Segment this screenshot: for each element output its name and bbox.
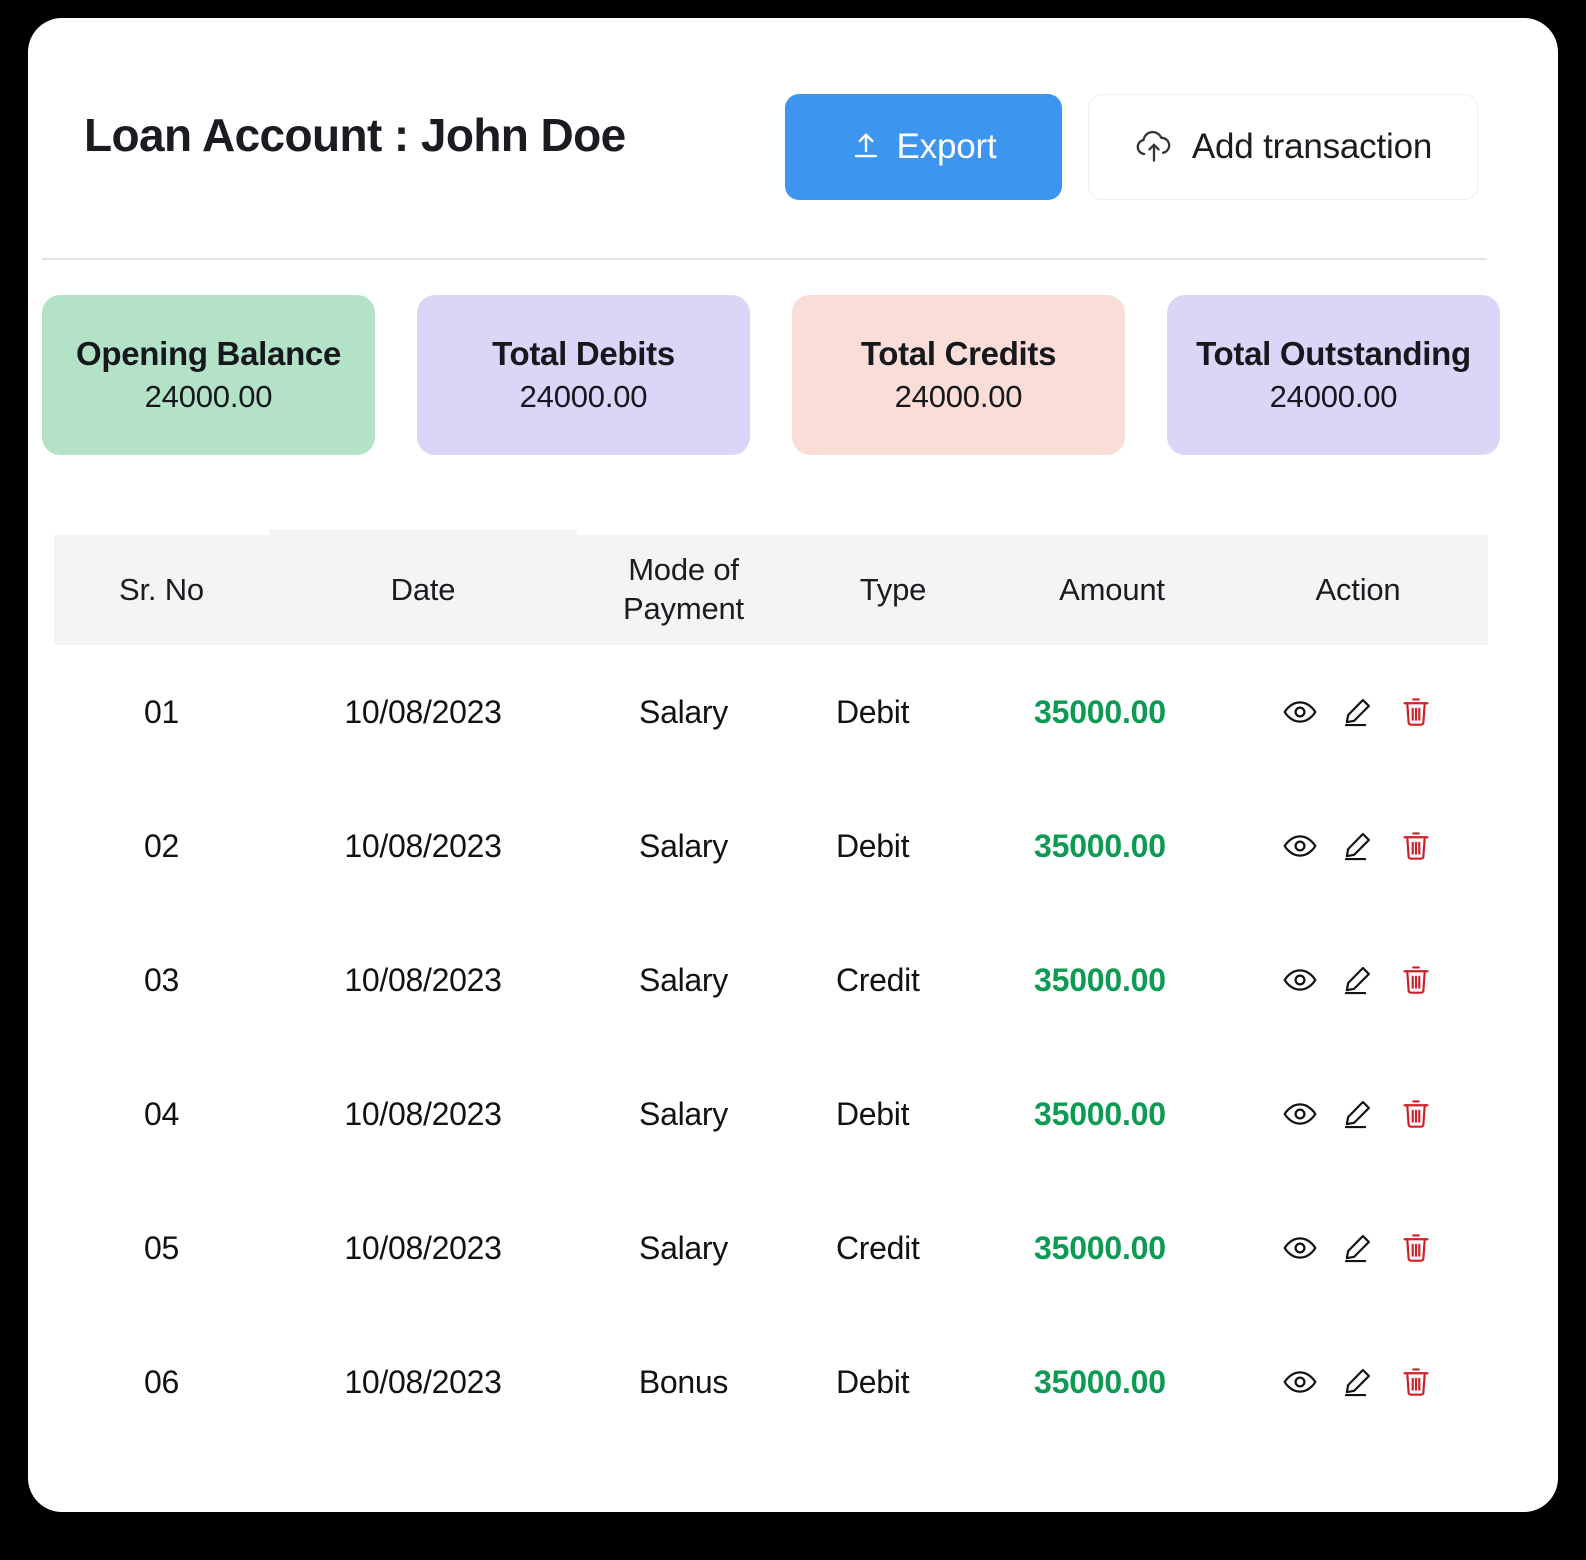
column-header-action[interactable]: Action (1228, 535, 1488, 645)
cell-sr-no: 01 (144, 693, 179, 730)
header-divider (42, 258, 1487, 260)
summary-card-value: 24000.00 (1269, 379, 1398, 414)
upload-arrow-icon (851, 130, 881, 165)
view-button[interactable] (1281, 1229, 1319, 1267)
edit-button[interactable] (1339, 1229, 1377, 1267)
edit-button[interactable] (1339, 693, 1377, 731)
summary-card-value: 24000.00 (144, 379, 273, 414)
delete-button[interactable] (1397, 1095, 1435, 1133)
edit-button[interactable] (1339, 1095, 1377, 1133)
cell-sr-no: 03 (144, 961, 179, 998)
column-header-amount[interactable]: Amount (996, 535, 1228, 645)
cell-mode: Salary (639, 693, 728, 730)
row-actions (1228, 913, 1488, 1047)
delete-button[interactable] (1397, 1229, 1435, 1267)
cell-sr-no: 02 (144, 827, 179, 864)
cell-mode: Salary (639, 1095, 728, 1132)
cell-type: Debit (836, 693, 910, 730)
view-button[interactable] (1281, 1095, 1319, 1133)
column-header-type[interactable]: Type (790, 535, 996, 645)
edit-button[interactable] (1339, 1363, 1377, 1401)
summary-card-label: Total Outstanding (1196, 335, 1471, 372)
summary-card-total-credits: Total Credits 24000.00 (792, 295, 1125, 455)
row-actions (1228, 645, 1488, 779)
delete-button[interactable] (1397, 693, 1435, 731)
column-header-sr-no[interactable]: Sr. No (54, 535, 269, 645)
row-actions (1228, 1047, 1488, 1181)
page-header: Loan Account : John Doe Export Add trans… (28, 18, 1558, 258)
summary-card-value: 24000.00 (894, 379, 1023, 414)
cell-date: 10/08/2023 (344, 827, 502, 864)
cell-date: 10/08/2023 (344, 693, 502, 730)
export-button-label: Export (896, 127, 997, 166)
app-root: Loan Account : John Doe Export Add trans… (0, 0, 1586, 1560)
column-header-mode-of-payment[interactable]: Mode of Payment (577, 535, 790, 645)
summary-cards: Opening Balance 24000.00 Total Debits 24… (42, 295, 1500, 455)
table-row[interactable]: 03 10/08/2023 Salary Credit 35000.00 (54, 913, 1488, 1047)
transactions-table: Sr. No Date Mode of Payment Type Amount … (54, 530, 1488, 1449)
add-transaction-label: Add transaction (1191, 127, 1433, 166)
cell-type: Debit (836, 1095, 910, 1132)
edit-button[interactable] (1339, 827, 1377, 865)
table-header-row: Sr. No Date Mode of Payment Type Amount … (54, 530, 1488, 645)
table-row[interactable]: 04 10/08/2023 Salary Debit 35000.00 (54, 1047, 1488, 1181)
summary-card-label: Total Debits (492, 335, 675, 372)
summary-card-value: 24000.00 (519, 379, 648, 414)
cell-mode: Bonus (638, 1363, 729, 1400)
cell-date: 10/08/2023 (344, 1095, 502, 1132)
row-actions (1228, 779, 1488, 913)
row-actions (1228, 1315, 1488, 1449)
cell-sr-no: 06 (144, 1363, 179, 1400)
view-button[interactable] (1281, 961, 1319, 999)
cell-sr-no: 05 (144, 1229, 179, 1266)
cell-date: 10/08/2023 (344, 1363, 502, 1400)
summary-card-label: Opening Balance (75, 335, 342, 372)
cell-amount: 35000.00 (1034, 1095, 1166, 1132)
cell-amount: 35000.00 (1034, 693, 1166, 730)
delete-button[interactable] (1397, 1363, 1435, 1401)
cell-mode: Salary (639, 827, 728, 864)
cell-amount: 35000.00 (1034, 961, 1166, 998)
summary-card-total-debits: Total Debits 24000.00 (417, 295, 750, 455)
table-row[interactable]: 01 10/08/2023 Salary Debit 35000.00 (54, 645, 1488, 779)
page-title: Loan Account : John Doe (84, 109, 626, 161)
export-button[interactable]: Export (785, 94, 1062, 200)
loan-account-card: Loan Account : John Doe Export Add trans… (28, 18, 1558, 1512)
cell-amount: 35000.00 (1034, 1229, 1166, 1266)
cloud-upload-icon (1134, 129, 1174, 166)
delete-button[interactable] (1397, 961, 1435, 999)
row-actions (1228, 1181, 1488, 1315)
view-button[interactable] (1281, 827, 1319, 865)
cell-type: Credit (836, 961, 920, 998)
cell-type: Debit (836, 1363, 910, 1400)
cell-mode: Salary (639, 1229, 728, 1266)
summary-card-label: Total Credits (860, 335, 1057, 372)
cell-amount: 35000.00 (1034, 1363, 1166, 1400)
view-button[interactable] (1281, 1363, 1319, 1401)
cell-date: 10/08/2023 (344, 961, 502, 998)
table-row[interactable]: 05 10/08/2023 Salary Credit 35000.00 (54, 1181, 1488, 1315)
summary-card-total-outstanding: Total Outstanding 24000.00 (1167, 295, 1500, 455)
cell-type: Debit (836, 827, 910, 864)
cell-date: 10/08/2023 (344, 1229, 502, 1266)
table-body: 01 10/08/2023 Salary Debit 35000.00 02 1… (54, 645, 1488, 1449)
table-row[interactable]: 06 10/08/2023 Bonus Debit 35000.00 (54, 1315, 1488, 1449)
cell-type: Credit (836, 1229, 920, 1266)
cell-sr-no: 04 (144, 1095, 179, 1132)
column-header-date[interactable]: Date (269, 535, 577, 645)
edit-button[interactable] (1339, 961, 1377, 999)
delete-button[interactable] (1397, 827, 1435, 865)
add-transaction-button[interactable]: Add transaction (1088, 94, 1478, 200)
view-button[interactable] (1281, 693, 1319, 731)
table-row[interactable]: 02 10/08/2023 Salary Debit 35000.00 (54, 779, 1488, 913)
cell-mode: Salary (639, 961, 728, 998)
cell-amount: 35000.00 (1034, 827, 1166, 864)
summary-card-opening-balance: Opening Balance 24000.00 (42, 295, 375, 455)
